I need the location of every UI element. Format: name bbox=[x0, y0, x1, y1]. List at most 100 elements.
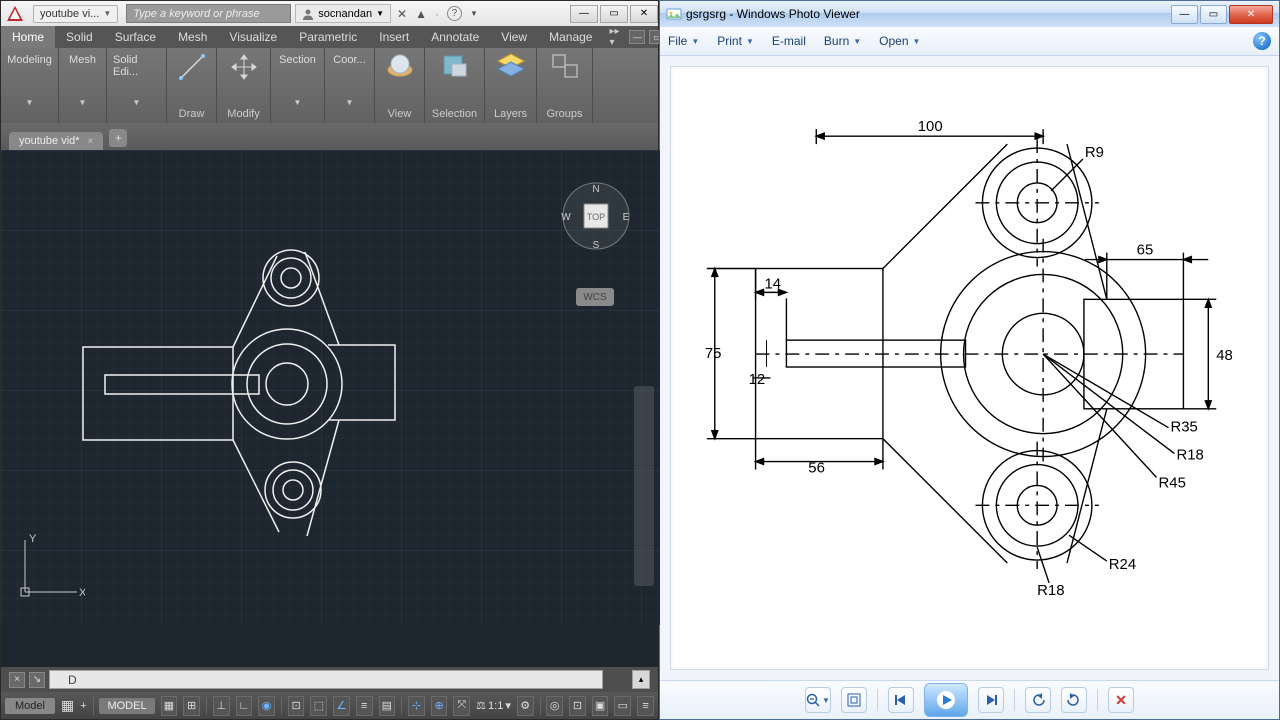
exchange-icon[interactable]: ✕ bbox=[397, 7, 407, 21]
anno-scale[interactable]: ⚖ 1:1 ▾ bbox=[476, 699, 511, 712]
tab-view[interactable]: View bbox=[490, 26, 538, 48]
panel-mesh[interactable]: Mesh▼ bbox=[59, 48, 107, 123]
close-button[interactable]: ✕ bbox=[1229, 5, 1273, 24]
hardware-accel[interactable]: ⊡ bbox=[569, 696, 586, 716]
viewcube[interactable]: TOP N S W E bbox=[558, 178, 634, 254]
doc-tab[interactable]: youtube vid* × bbox=[9, 132, 103, 150]
tab-manage[interactable]: Manage bbox=[538, 26, 603, 48]
panel-overflow[interactable] bbox=[593, 48, 605, 123]
panel-selection[interactable]: Selection bbox=[425, 48, 485, 123]
panel-modeling[interactable]: Modeling▼ bbox=[1, 48, 59, 123]
panel-modify[interactable]: Modify bbox=[217, 48, 271, 123]
viewcube-top[interactable]: TOP bbox=[587, 212, 605, 222]
new-tab-button[interactable]: + bbox=[109, 129, 127, 147]
command-input[interactable] bbox=[49, 670, 603, 689]
signin-user[interactable]: socnandan ▼ bbox=[295, 4, 391, 23]
fit-window-icon[interactable] bbox=[841, 687, 867, 713]
tab-annotate[interactable]: Annotate bbox=[420, 26, 490, 48]
lineweight-toggle[interactable]: ≡ bbox=[356, 696, 373, 716]
tab-parametric[interactable]: Parametric bbox=[288, 26, 368, 48]
zoom-control[interactable]: ▼ bbox=[805, 687, 831, 713]
panel-coordinates[interactable]: Coor...▼ bbox=[325, 48, 375, 123]
close-icon[interactable]: × bbox=[88, 136, 94, 147]
model-tab[interactable]: Model bbox=[5, 698, 55, 714]
mdi-minimize[interactable]: — bbox=[629, 30, 645, 44]
otrack-toggle[interactable]: ∠ bbox=[333, 696, 350, 716]
isolate-objects[interactable]: ▣ bbox=[592, 696, 609, 716]
a360-icon[interactable]: ▲ bbox=[415, 7, 427, 21]
customization[interactable]: ≡ bbox=[637, 696, 654, 716]
clean-screen[interactable]: ▭ bbox=[614, 696, 631, 716]
pv-toolbar: ▼ ✕ bbox=[660, 680, 1279, 719]
menu-open[interactable]: Open▼ bbox=[879, 34, 920, 48]
cmd-recent-icon[interactable]: ↘ bbox=[29, 672, 45, 688]
zoom-out-icon[interactable]: ▼ bbox=[805, 687, 831, 713]
menu-email[interactable]: E-mail bbox=[772, 34, 806, 48]
rotate-cw-button[interactable] bbox=[1061, 687, 1087, 713]
grid-toggle[interactable]: ▦ bbox=[161, 696, 178, 716]
ortho-toggle[interactable]: ∟ bbox=[236, 696, 253, 716]
modelspace-label[interactable]: MODEL bbox=[99, 698, 154, 714]
layout-add-icon[interactable]: + bbox=[80, 700, 86, 712]
gizmo-toggle[interactable]: ⤧ bbox=[453, 696, 470, 716]
delete-button[interactable]: ✕ bbox=[1108, 687, 1134, 713]
transparency-toggle[interactable]: ▤ bbox=[379, 696, 396, 716]
wcs-badge[interactable]: WCS bbox=[576, 288, 614, 306]
osnap-toggle[interactable]: ⊡ bbox=[288, 696, 305, 716]
polar-toggle[interactable]: ◉ bbox=[258, 696, 275, 716]
tab-surface[interactable]: Surface bbox=[104, 26, 167, 48]
view-icon bbox=[385, 52, 415, 80]
panel-layers[interactable]: Layers bbox=[485, 48, 537, 123]
selection-cycling[interactable]: ⊕ bbox=[431, 696, 448, 716]
panel-view[interactable]: View bbox=[375, 48, 425, 123]
infer-constraints[interactable]: ⊥ bbox=[213, 696, 230, 716]
close-button[interactable]: ✕ bbox=[630, 5, 658, 23]
slideshow-button[interactable] bbox=[924, 683, 968, 717]
next-button[interactable] bbox=[978, 687, 1004, 713]
dim-75: 75 bbox=[705, 345, 722, 362]
photo-viewer-icon bbox=[666, 6, 682, 22]
annotation-monitor[interactable]: ◎ bbox=[546, 696, 563, 716]
minimize-button[interactable]: — bbox=[1171, 5, 1198, 24]
maximize-button[interactable]: ▭ bbox=[1200, 5, 1227, 24]
acad-titlebar: youtube vi... ▼ Type a keyword or phrase… bbox=[1, 1, 658, 26]
panel-section[interactable]: Section▼ bbox=[271, 48, 325, 123]
cmd-close-icon[interactable]: × bbox=[9, 672, 25, 688]
panel-label: Selection bbox=[425, 108, 484, 120]
ucs-icon: Y X bbox=[15, 532, 85, 607]
tab-overflow-icon[interactable]: ▸▸ ▾ bbox=[609, 26, 625, 48]
tab-home[interactable]: Home bbox=[1, 26, 55, 48]
tab-insert[interactable]: Insert bbox=[368, 26, 420, 48]
previous-button[interactable] bbox=[888, 687, 914, 713]
tab-solid[interactable]: Solid bbox=[55, 26, 104, 48]
menu-file[interactable]: File▼ bbox=[668, 34, 699, 48]
pv-canvas: 100 75 56 14 12 65 48 R9 R35 R18 R45 R24… bbox=[660, 56, 1279, 680]
search-input[interactable]: Type a keyword or phrase bbox=[126, 4, 291, 23]
dynamic-input[interactable]: ⊹ bbox=[408, 696, 425, 716]
dim-100: 100 bbox=[918, 118, 943, 135]
title-extra-icons: ✕ ▲ · ? ▼ bbox=[397, 6, 478, 21]
tab-visualize[interactable]: Visualize bbox=[218, 26, 288, 48]
rotate-ccw-button[interactable] bbox=[1025, 687, 1051, 713]
help-icon[interactable]: ? bbox=[1253, 32, 1271, 50]
tab-mesh[interactable]: Mesh bbox=[167, 26, 218, 48]
minimize-button[interactable]: — bbox=[570, 5, 598, 23]
chevron-down-icon[interactable]: ▼ bbox=[103, 9, 111, 18]
cmd-history-button[interactable]: ▴ bbox=[632, 670, 650, 689]
acad-viewport[interactable]: [–][Top][2D Wireframe] — ▭ × bbox=[1, 150, 658, 667]
maximize-button[interactable]: ▭ bbox=[600, 5, 628, 23]
snap-toggle[interactable]: ⊞ bbox=[183, 696, 200, 716]
workspace-switch[interactable]: ⚙ bbox=[517, 696, 534, 716]
menu-print[interactable]: Print▼ bbox=[717, 34, 754, 48]
navigation-bar[interactable] bbox=[634, 386, 654, 586]
panel-draw[interactable]: Draw bbox=[167, 48, 217, 123]
panel-solid-editing[interactable]: Solid Edi...▼ bbox=[107, 48, 167, 123]
autocad-logo-icon[interactable] bbox=[1, 1, 29, 26]
help-icon[interactable]: ? bbox=[447, 6, 462, 21]
qat-doc-tab[interactable]: youtube vi... ▼ bbox=[33, 5, 118, 23]
panel-groups[interactable]: Groups bbox=[537, 48, 593, 123]
3dosnap-toggle[interactable]: ⬚ bbox=[310, 696, 327, 716]
layout-quick-icon[interactable]: ▦ bbox=[61, 697, 74, 714]
command-line: × ↘ ▸_ ▴ bbox=[1, 667, 658, 692]
menu-burn[interactable]: Burn▼ bbox=[824, 34, 861, 48]
